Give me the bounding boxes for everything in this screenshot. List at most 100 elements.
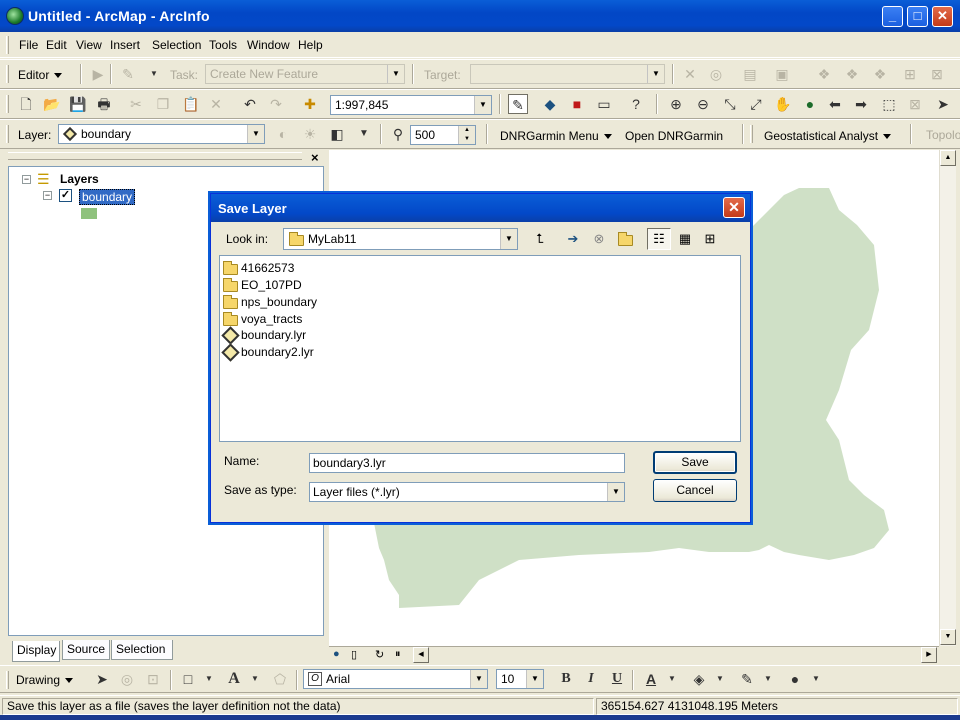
toolbar-grip[interactable] bbox=[6, 671, 9, 689]
task-dropdown[interactable]: Create New Feature ▼ bbox=[205, 64, 405, 84]
back-extent-icon[interactable]: ⬅ bbox=[825, 94, 845, 114]
tab-selection[interactable]: Selection bbox=[111, 640, 173, 660]
list-item[interactable]: boundary2.lyr bbox=[221, 343, 314, 362]
menu-insert[interactable]: Insert bbox=[110, 38, 140, 52]
copy-icon[interactable]: ❐ bbox=[153, 94, 173, 114]
clear-selection-icon[interactable]: ⊠ bbox=[905, 94, 925, 114]
map-vertical-scrollbar[interactable]: ▲ ▼ bbox=[939, 150, 956, 646]
menu-view[interactable]: View bbox=[76, 38, 102, 52]
fill-color-icon[interactable]: ◈ bbox=[689, 669, 709, 689]
scroll-right-arrow-icon[interactable]: ▶ bbox=[921, 647, 937, 663]
fixed-zoom-out-icon[interactable]: ⤢ bbox=[746, 94, 766, 114]
font-name-dropdown[interactable]: O Arial ▼ bbox=[303, 669, 488, 689]
dnrgarmin-menu-button[interactable]: DNRGarmin Menu bbox=[500, 129, 612, 143]
arctoolbox-icon[interactable]: ■ bbox=[567, 94, 587, 114]
new-folder-icon[interactable] bbox=[613, 228, 637, 250]
select-elements-icon[interactable]: ➤ bbox=[92, 669, 112, 689]
list-item[interactable]: voya_tracts bbox=[223, 311, 302, 328]
refresh-view-icon[interactable]: ↻ bbox=[375, 648, 384, 661]
line-color-icon[interactable]: ✎ bbox=[737, 669, 757, 689]
toolbar-grip[interactable] bbox=[6, 65, 9, 83]
zoom-in-icon[interactable]: ⊕ bbox=[666, 94, 686, 114]
brightness-icon[interactable]: ☀ bbox=[300, 124, 320, 144]
list-view-icon[interactable]: ☷ bbox=[647, 228, 671, 250]
pause-drawing-icon[interactable]: ⏸ bbox=[395, 648, 401, 661]
save-as-type-dropdown[interactable]: Layer files (*.lyr) ▼ bbox=[309, 482, 625, 502]
marker-color-dropdown-icon[interactable]: ▼ bbox=[806, 669, 826, 689]
layer-dropdown[interactable]: boundary ▼ bbox=[58, 124, 265, 144]
paste-icon[interactable]: 📋 bbox=[181, 94, 201, 114]
cut-icon[interactable]: ✂ bbox=[126, 94, 146, 114]
dialog-close-button[interactable]: ✕ bbox=[723, 197, 745, 218]
topology-errors-icon[interactable]: ❖ bbox=[870, 64, 890, 84]
boundary-visibility-checkbox[interactable]: ✓ bbox=[59, 189, 72, 202]
sketch-properties-icon[interactable]: ▣ bbox=[772, 64, 792, 84]
display-dropdown-icon[interactable]: ▼ bbox=[354, 124, 374, 144]
marker-color-icon[interactable]: ● bbox=[785, 669, 805, 689]
delete-icon[interactable]: ✕ bbox=[206, 94, 226, 114]
add-data-icon[interactable]: ✚ bbox=[300, 94, 320, 114]
connect-folder-icon[interactable]: ➔ bbox=[561, 228, 585, 250]
details-view-icon[interactable]: ▦ bbox=[673, 228, 697, 250]
map-scale-input[interactable]: 1:997,845 ▼ bbox=[330, 95, 492, 115]
undo-icon[interactable]: ↶ bbox=[240, 94, 260, 114]
close-button[interactable]: ✕ bbox=[932, 6, 953, 27]
list-item[interactable]: EO_107PD bbox=[223, 277, 302, 294]
open-dnrgarmin-button[interactable]: Open DNRGarmin bbox=[625, 129, 723, 143]
spin-value-input[interactable]: 500 ▲ ▼ bbox=[410, 125, 476, 145]
transparency-icon[interactable]: ◧ bbox=[327, 124, 347, 144]
data-view-icon[interactable]: ● bbox=[333, 648, 340, 660]
redo-icon[interactable]: ↷ bbox=[266, 94, 286, 114]
dialog-title-bar[interactable]: Save Layer ✕ bbox=[211, 194, 750, 222]
boundary-layer-label[interactable]: boundary bbox=[79, 189, 136, 205]
look-in-dropdown[interactable]: MyLab11 ▼ bbox=[283, 228, 518, 250]
italic-button[interactable]: I bbox=[581, 669, 601, 689]
file-name-input[interactable]: boundary3.lyr bbox=[309, 453, 625, 473]
pan-hand-icon[interactable]: ✋ bbox=[773, 94, 793, 114]
scroll-up-arrow-icon[interactable]: ▲ bbox=[940, 150, 956, 166]
select-features-icon[interactable]: ⬚ bbox=[879, 94, 899, 114]
menu-tools[interactable]: Tools bbox=[209, 38, 237, 52]
target-dropdown[interactable]: ▼ bbox=[470, 64, 665, 84]
topology-edit-icon[interactable]: ❖ bbox=[842, 64, 862, 84]
edit-pointer-icon[interactable]: ▶ bbox=[88, 64, 108, 84]
rotate-tool-icon[interactable]: ◎ bbox=[706, 64, 726, 84]
scroll-down-arrow-icon[interactable]: ▼ bbox=[940, 629, 956, 645]
editor-toolbar-toggle-icon[interactable]: ✎ bbox=[508, 94, 528, 114]
toc-titlebar[interactable] bbox=[8, 152, 302, 160]
thumbnails-view-icon[interactable]: ⊞ bbox=[698, 228, 722, 250]
forward-extent-icon[interactable]: ➡ bbox=[851, 94, 871, 114]
toolbar-grip[interactable] bbox=[6, 125, 9, 143]
boundary-symbol-swatch[interactable] bbox=[81, 208, 97, 219]
split-tool-icon[interactable]: ✕ bbox=[680, 64, 700, 84]
toc-close-icon[interactable]: × bbox=[311, 150, 319, 165]
tab-source[interactable]: Source bbox=[62, 640, 110, 660]
toolbar-grip[interactable] bbox=[750, 125, 753, 143]
drawing-menu-button[interactable]: Drawing bbox=[16, 673, 74, 687]
geometric-network-icon[interactable]: ⊞ bbox=[900, 64, 920, 84]
sketch-dropdown-icon[interactable]: ▼ bbox=[144, 64, 164, 84]
save-button[interactable]: Save bbox=[653, 451, 737, 474]
contrast-icon[interactable]: ◐ bbox=[273, 124, 293, 144]
menu-file[interactable]: File bbox=[19, 38, 38, 52]
toolbar-grip[interactable] bbox=[6, 95, 9, 113]
layers-root-label[interactable]: Layers bbox=[60, 172, 99, 186]
network-flags-icon[interactable]: ⊠ bbox=[927, 64, 947, 84]
font-color-icon[interactable]: A bbox=[641, 669, 661, 689]
rectangle-dropdown-icon[interactable]: ▼ bbox=[199, 669, 219, 689]
whats-this-help-icon[interactable]: ? bbox=[626, 94, 646, 114]
arccatalog-icon[interactable]: ◆ bbox=[540, 94, 560, 114]
zoom-out-icon[interactable]: ⊖ bbox=[693, 94, 713, 114]
new-document-icon[interactable]: 🗋 bbox=[16, 94, 36, 114]
disconnect-folder-icon[interactable]: ⊗ bbox=[587, 228, 611, 250]
menu-selection[interactable]: Selection bbox=[152, 38, 201, 52]
maximize-button[interactable]: □ bbox=[907, 6, 928, 27]
command-line-icon[interactable]: ▭ bbox=[594, 94, 614, 114]
zoom-to-elements-icon[interactable]: ⊡ bbox=[143, 669, 163, 689]
menubar-grip[interactable] bbox=[6, 36, 9, 54]
full-extent-globe-icon[interactable]: ● bbox=[800, 94, 820, 114]
editor-menu-button[interactable]: Editor bbox=[18, 68, 63, 82]
collapse-boundary-icon[interactable]: − bbox=[43, 191, 52, 200]
up-one-level-icon[interactable]: ⮤ bbox=[528, 228, 552, 250]
list-item[interactable]: boundary.lyr bbox=[221, 326, 306, 345]
